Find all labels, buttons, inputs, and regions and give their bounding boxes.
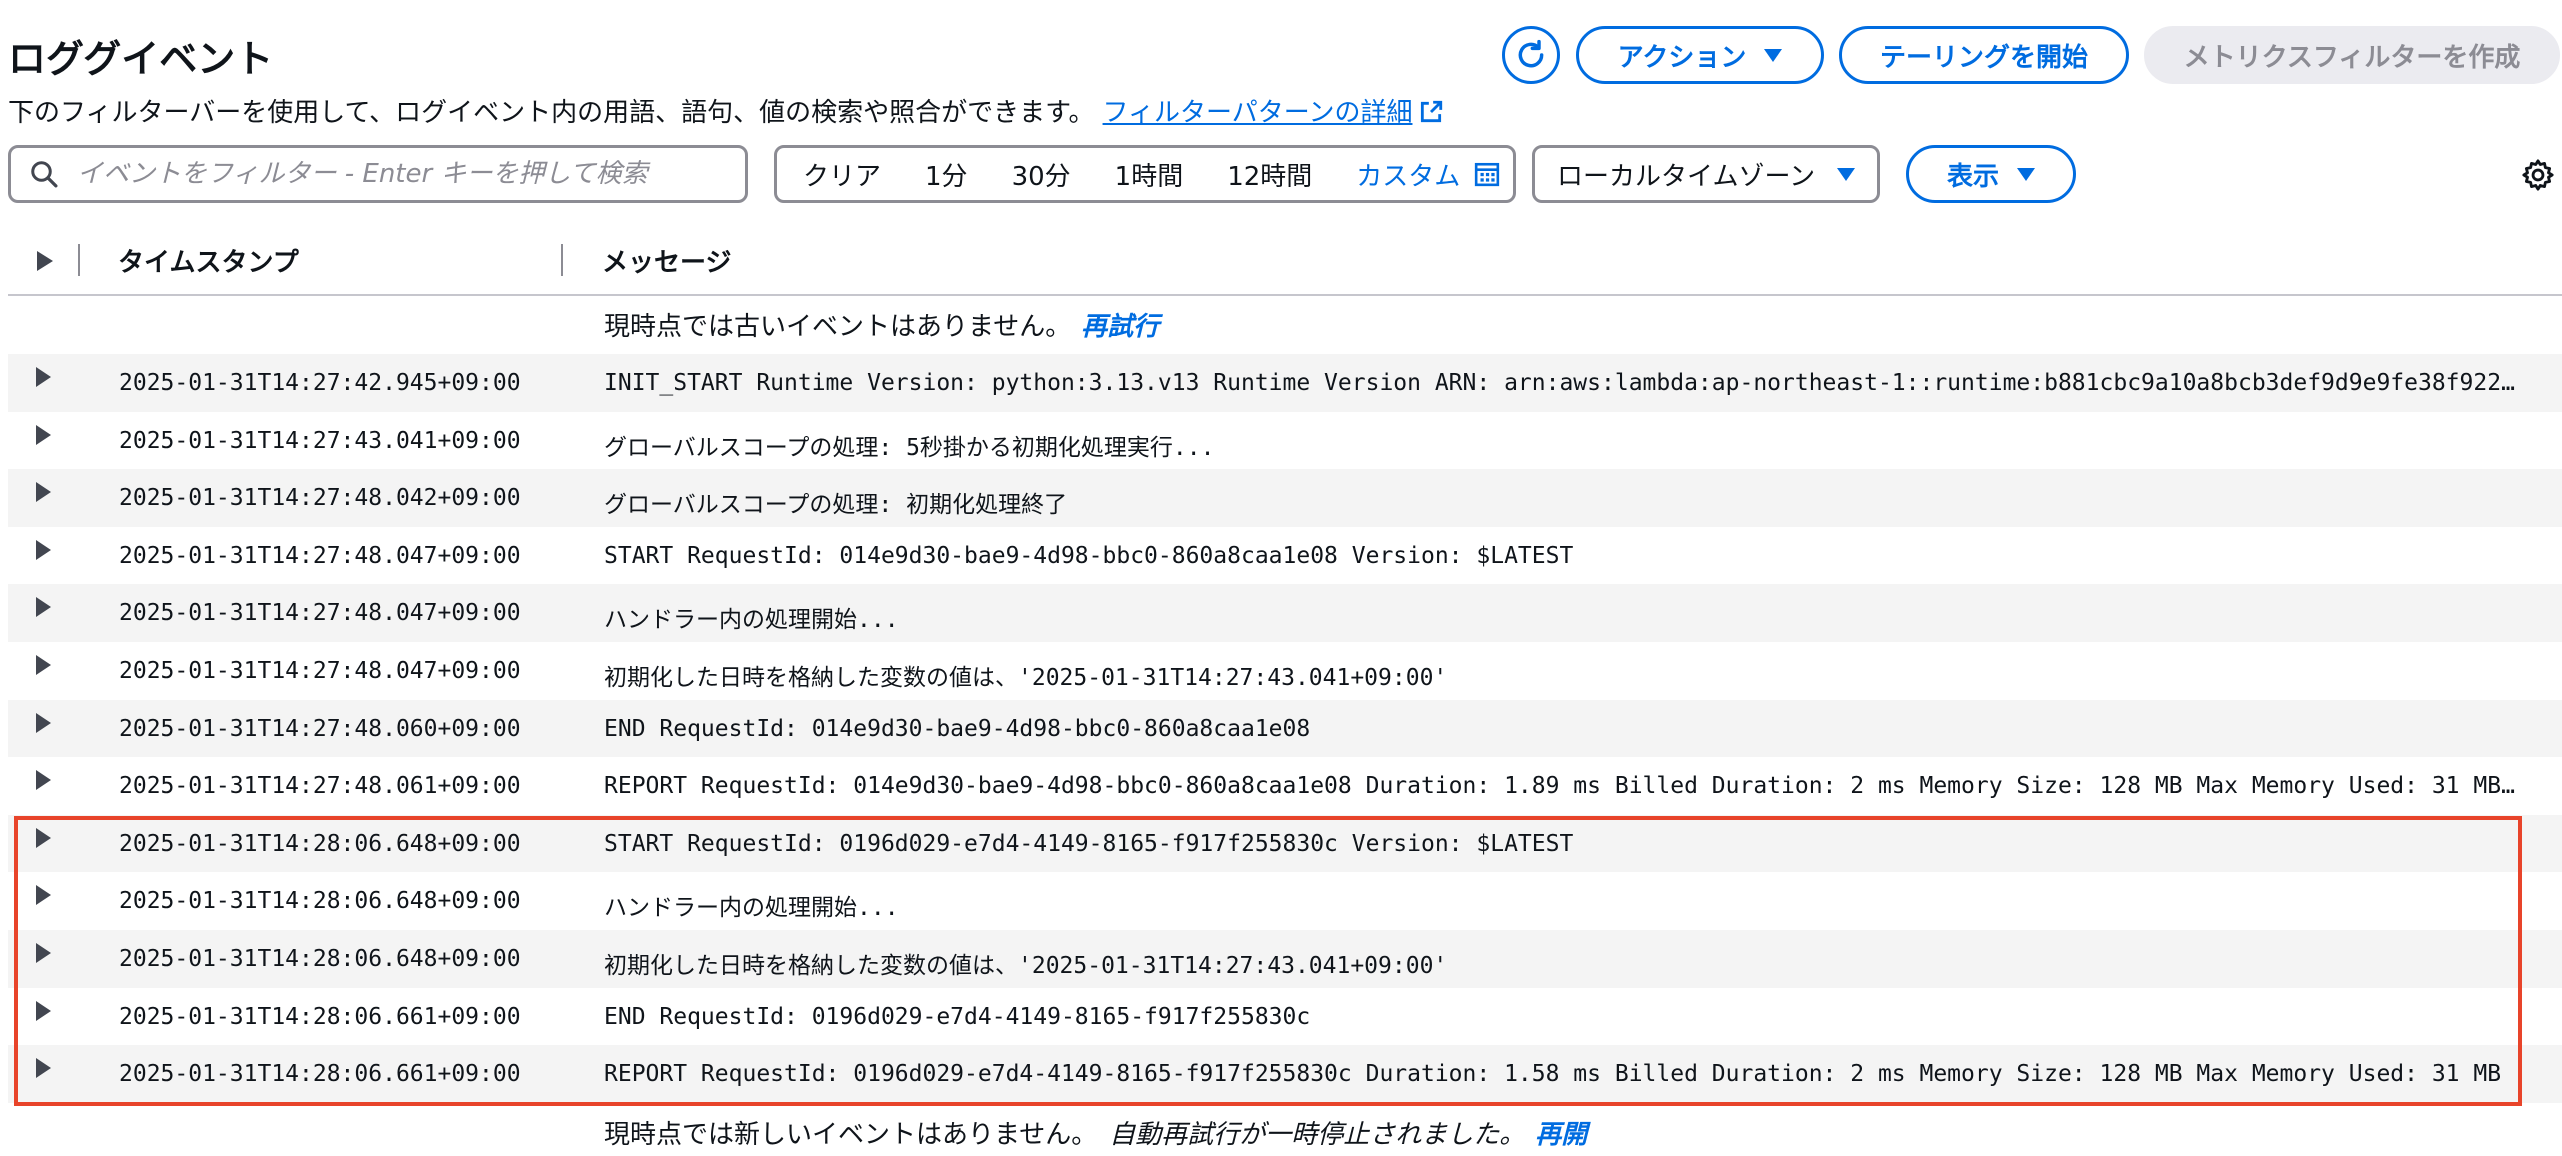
calendar-icon[interactable]	[1474, 161, 1500, 187]
log-event-row[interactable]: 2025-01-31T14:28:06.661+09:00 REPORT Requ…	[8, 1045, 2562, 1103]
row-message: グローバルスコープの処理: 初期化処理終了	[604, 492, 1068, 519]
create-metric-filter-button: メトリクスフィルターを作成	[2144, 26, 2560, 84]
range-1min[interactable]: 1分	[925, 156, 968, 193]
log-event-row[interactable]: 2025-01-31T14:27:48.047+09:00 ハンドラー内の処理開始…	[8, 584, 2562, 642]
column-divider[interactable]	[561, 244, 563, 276]
start-tailing-label: テーリングを開始	[1879, 42, 2088, 73]
time-range-selector: クリア 1分 30分 1時間 12時間 カスタム	[774, 145, 1516, 203]
actions-dropdown-button[interactable]: アクション	[1576, 26, 1824, 84]
column-header-timestamp[interactable]: タイムスタンプ	[118, 242, 299, 279]
log-event-row[interactable]: 2025-01-31T14:27:48.047+09:00 初期化した日時を格納し…	[8, 642, 2562, 700]
expand-row-icon[interactable]	[36, 367, 51, 387]
row-timestamp: 2025-01-31T14:28:06.661+09:00	[119, 1003, 521, 1030]
log-event-row[interactable]: 2025-01-31T14:27:48.061+09:00 REPORT Requ…	[8, 757, 2562, 815]
row-timestamp: 2025-01-31T14:27:43.041+09:00	[119, 427, 521, 454]
expand-row-icon[interactable]	[36, 1058, 51, 1079]
table-header: タイムスタンプ メッセージ	[8, 230, 2562, 296]
log-event-row[interactable]: 2025-01-31T14:27:48.042+09:00 グローバルスコープの処…	[8, 469, 2562, 527]
row-timestamp: 2025-01-31T14:28:06.661+09:00	[119, 1061, 521, 1088]
row-message: グローバルスコープの処理: 5秒掛かる初期化処理実行...	[604, 434, 1215, 461]
newer-events-notice: 現時点では新しいイベントはありません。 自動再試行が一時停止されました。 再開	[604, 1114, 1587, 1151]
filter-pattern-link[interactable]: フィルターパターンの詳細	[1103, 98, 1445, 128]
log-event-row[interactable]: 2025-01-31T14:27:42.945+09:00 INIT_START …	[8, 354, 2562, 412]
resume-link[interactable]: 再開	[1535, 1120, 1587, 1150]
caret-down-icon	[1837, 167, 1855, 181]
range-30min[interactable]: 30分	[1012, 156, 1071, 193]
actions-label: アクション	[1617, 42, 1747, 73]
log-event-row[interactable]: 2025-01-31T14:28:06.661+09:00 END Request…	[8, 988, 2562, 1046]
row-timestamp: 2025-01-31T14:28:06.648+09:00	[119, 830, 521, 857]
expand-row-icon[interactable]	[36, 482, 51, 503]
log-event-row[interactable]: 2025-01-31T14:28:06.648+09:00 ハンドラー内の処理開始…	[8, 872, 2562, 930]
retry-link[interactable]: 再試行	[1081, 312, 1159, 342]
row-message: REPORT RequestId: 014e9d30-bae9-4d98-bbc…	[604, 773, 2524, 800]
log-event-row[interactable]: 2025-01-31T14:27:48.060+09:00 END Request…	[8, 699, 2562, 758]
row-message: ハンドラー内の処理開始...	[604, 895, 899, 922]
expand-row-icon[interactable]	[36, 424, 51, 445]
expand-row-icon[interactable]	[36, 1000, 51, 1021]
description-text: 下のフィルターバーを使用して、ログイベント内の用語、語句、値の検索や照合ができま…	[8, 98, 1095, 128]
expand-row-icon[interactable]	[36, 942, 51, 963]
timezone-select[interactable]: ローカルタイムゾーン	[1532, 145, 1880, 203]
newer-notice-text: 現時点では新しいイベントはありません。	[604, 1120, 1098, 1150]
expand-row-icon[interactable]	[36, 827, 51, 848]
older-notice-text: 現時点では古いイベントはありません。	[604, 312, 1072, 342]
row-message: END RequestId: 014e9d30-bae9-4d98-bbc0-8…	[604, 715, 1311, 742]
row-message: START RequestId: 014e9d30-bae9-4d98-bbc0…	[604, 542, 1574, 569]
row-message: 初期化した日時を格納した変数の値は、'2025-01-31T14:27:43.0…	[604, 664, 1448, 691]
row-timestamp: 2025-01-31T14:27:48.061+09:00	[119, 773, 521, 800]
display-label: 表示	[1946, 161, 1999, 192]
row-message: 初期化した日時を格納した変数の値は、'2025-01-31T14:27:43.0…	[604, 952, 1448, 979]
log-event-row[interactable]: 2025-01-31T14:28:06.648+09:00 初期化した日時を格納し…	[8, 929, 2562, 988]
page-title: ロググイベント	[8, 37, 274, 81]
refresh-button[interactable]	[1502, 26, 1560, 84]
log-event-list: 2025-01-31T14:27:42.945+09:00 INIT_START …	[8, 354, 2562, 1103]
search-input[interactable]	[75, 158, 719, 190]
log-event-row[interactable]: 2025-01-31T14:27:43.041+09:00 グローバルスコープの処…	[8, 412, 2562, 470]
log-event-row[interactable]: 2025-01-31T14:28:06.648+09:00 START Reque…	[8, 814, 2562, 873]
external-link-icon	[1421, 100, 1443, 123]
range-12hour[interactable]: 12時間	[1227, 156, 1312, 193]
row-timestamp: 2025-01-31T14:27:42.945+09:00	[119, 370, 521, 396]
row-message: REPORT RequestId: 0196d029-e7d4-4149-816…	[604, 1061, 2502, 1088]
create-metric-filter-label: メトリクスフィルターを作成	[2183, 42, 2521, 73]
row-message: START RequestId: 0196d029-e7d4-4149-8165…	[604, 830, 1574, 857]
filter-pattern-link-label: フィルターパターンの詳細	[1102, 98, 1413, 128]
page-description: 下のフィルターバーを使用して、ログイベント内の用語、語句、値の検索や照合ができま…	[8, 92, 1444, 129]
row-timestamp: 2025-01-31T14:27:48.047+09:00	[119, 600, 521, 627]
row-message: END RequestId: 0196d029-e7d4-4149-8165-f…	[604, 1003, 1311, 1030]
row-timestamp: 2025-01-31T14:28:06.648+09:00	[119, 888, 521, 915]
refresh-icon	[1518, 39, 1544, 68]
caret-down-icon	[1764, 48, 1783, 62]
paused-text: 自動再試行が一時停止されました。	[1109, 1120, 1526, 1150]
event-filter-search[interactable]	[8, 145, 748, 203]
expand-row-icon[interactable]	[36, 885, 51, 906]
caret-down-icon	[2017, 167, 2035, 181]
timezone-value: ローカルタイムゾーン	[1557, 161, 1816, 192]
expand-row-icon[interactable]	[36, 654, 51, 675]
row-timestamp: 2025-01-31T14:27:48.042+09:00	[119, 485, 521, 512]
row-timestamp: 2025-01-31T14:27:48.047+09:00	[119, 542, 521, 569]
column-header-message[interactable]: メッセージ	[602, 242, 731, 279]
clear-button[interactable]: クリア	[803, 156, 881, 193]
range-custom[interactable]: カスタム	[1356, 156, 1460, 193]
row-timestamp: 2025-01-31T14:28:06.648+09:00	[119, 945, 521, 972]
start-tailing-button[interactable]: テーリングを開始	[1839, 26, 2129, 84]
expand-row-icon[interactable]	[36, 770, 51, 791]
search-icon	[31, 161, 58, 188]
row-timestamp: 2025-01-31T14:27:48.047+09:00	[119, 657, 521, 684]
expand-row-icon[interactable]	[36, 539, 51, 560]
column-divider	[78, 244, 80, 276]
log-event-row[interactable]: 2025-01-31T14:27:48.047+09:00 START Reque…	[8, 527, 2562, 585]
display-dropdown-button[interactable]: 表示	[1906, 145, 2076, 203]
expand-all-icon[interactable]	[36, 250, 54, 272]
older-events-notice: 現時点では古いイベントはありません。 再試行	[604, 306, 1159, 343]
row-timestamp: 2025-01-31T14:27:48.060+09:00	[119, 715, 521, 742]
expand-row-icon[interactable]	[36, 712, 51, 733]
row-message: INIT_START Runtime Version: python:3.13.…	[604, 370, 2524, 396]
row-message: ハンドラー内の処理開始...	[604, 607, 899, 634]
gear-icon[interactable]	[2521, 158, 2555, 192]
expand-row-icon[interactable]	[36, 597, 51, 618]
range-1hour[interactable]: 1時間	[1115, 156, 1184, 193]
